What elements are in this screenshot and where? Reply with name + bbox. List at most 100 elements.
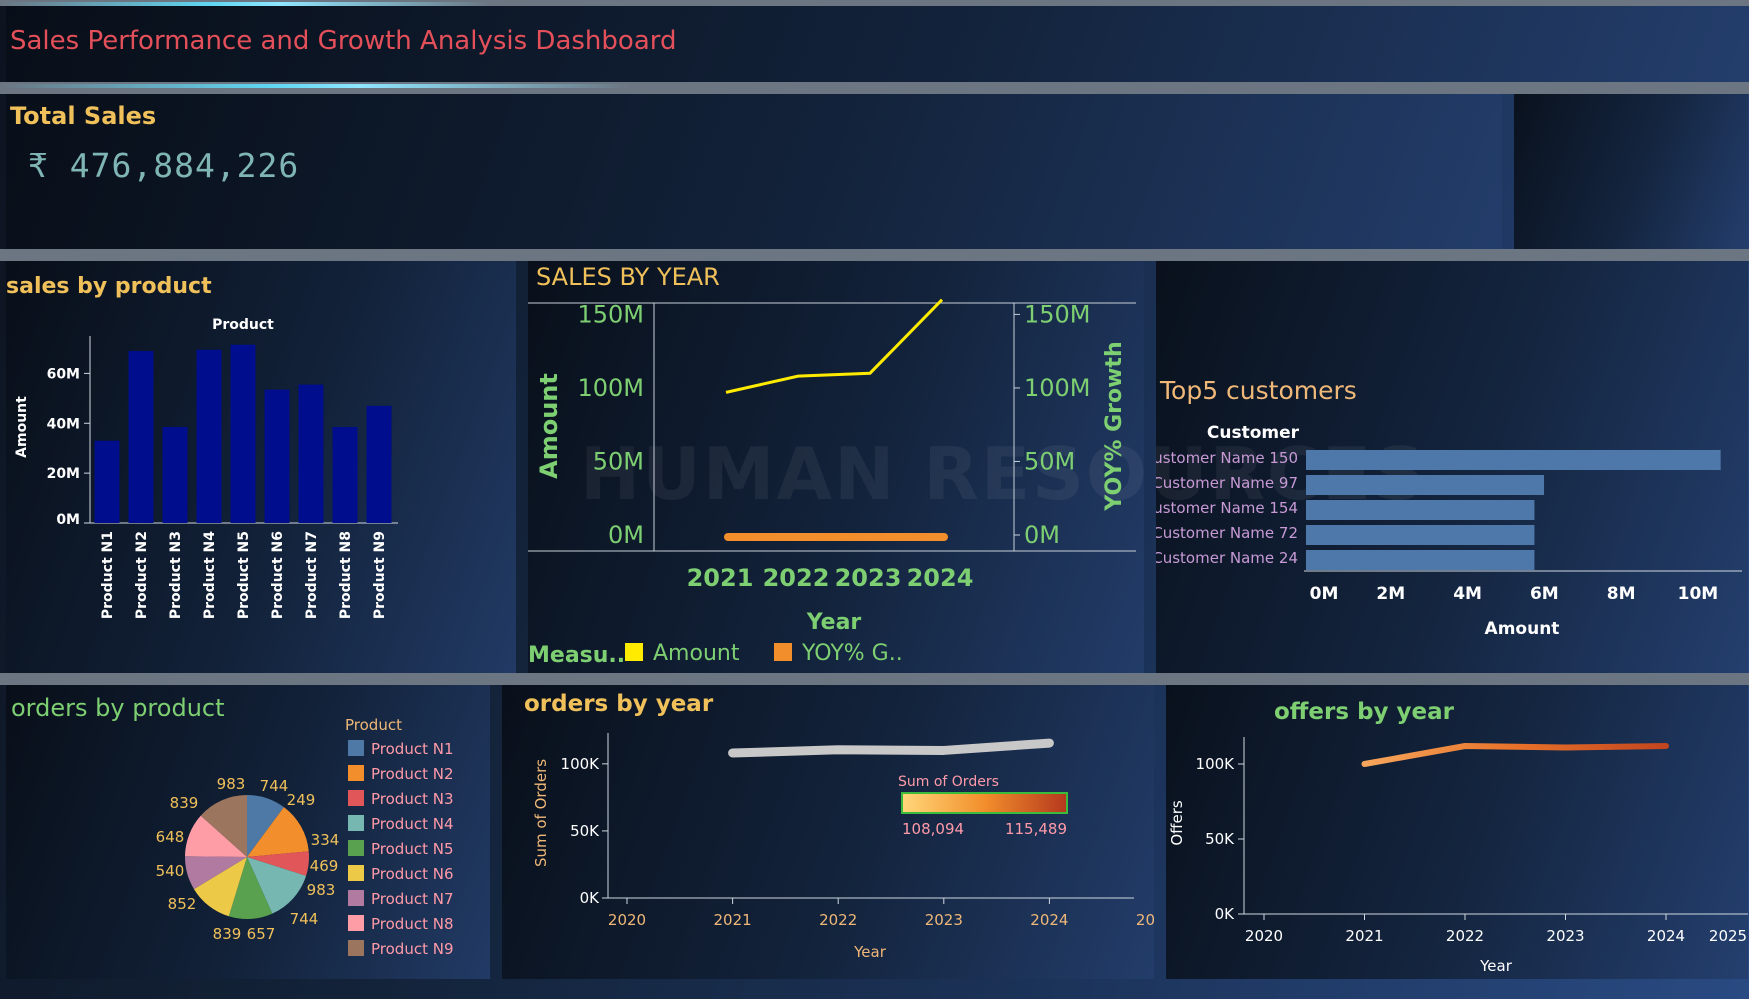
xtick-label: 2021 [1345, 927, 1383, 945]
bar-product-n2 [128, 350, 154, 523]
sales-by-year-title: SALES BY YEAR [536, 263, 720, 291]
ytick-label: 60M [47, 366, 80, 382]
sales-by-product-chart: sales by product Product Amount 0M 20M 40M… [6, 274, 398, 619]
orders-legend-title: Sum of Orders [898, 774, 999, 790]
legend-swatch [348, 840, 364, 856]
bar-product-n5 [230, 344, 256, 523]
ytick-label: 40M [47, 416, 80, 432]
legend-swatch [348, 865, 364, 881]
pie-value-label: 469 [310, 857, 339, 875]
pie-value-label: 852 [168, 895, 197, 913]
xtick-label: Product N5 [236, 531, 252, 619]
xtick-label: 2025 [1709, 927, 1747, 945]
ytick-label: 20M [47, 466, 80, 482]
xtick-label: Product N9 [372, 531, 388, 619]
ytick-label: 0K [1215, 905, 1236, 923]
pie-value-label: 540 [156, 862, 185, 880]
offers-by-year-chart: offers by year Offers 0K 50K 100K 2020 2021 2… [1168, 699, 1748, 975]
pie-value-label: 839 [170, 794, 199, 812]
legend-swatch [348, 765, 364, 781]
ytick-label: 50K [1205, 830, 1235, 848]
ytick-label: 100K [1196, 755, 1236, 773]
legend-label: Product N8 [371, 915, 454, 933]
legend-swatch-amount [625, 643, 643, 661]
sales-by-year-legend-title: Measu.. [528, 643, 625, 668]
xtick-label: 2025 [1136, 911, 1154, 929]
pie-value-label: 648 [156, 828, 185, 846]
sales-by-year-ylabel-right: YOY% Growth [1102, 341, 1127, 511]
sales-by-product-title: sales by product [6, 274, 212, 299]
legend-label: Product N9 [371, 940, 454, 958]
pie-legend-title: Product [345, 716, 402, 734]
bar-customer-1 [1306, 450, 1721, 470]
orders-line [728, 738, 1054, 758]
xtick-label: 0M [1310, 584, 1339, 604]
xtick-label: 6M [1530, 584, 1559, 604]
bar-product-n1 [94, 440, 120, 523]
ytick-label: 100K [561, 755, 601, 773]
pie-value-label: 983 [307, 881, 336, 899]
ytick-label: 0K [580, 889, 601, 907]
offers-by-year-title: offers by year [1274, 699, 1455, 725]
sales-by-product-header: Product [212, 317, 274, 333]
bar-product-n6 [264, 389, 290, 523]
orders-legend-max: 115,489 [1005, 820, 1067, 838]
xtick-label: Product N7 [304, 531, 320, 619]
bar-customer-5 [1306, 550, 1535, 570]
legend-swatch [348, 915, 364, 931]
legend-label: Product N5 [371, 840, 454, 858]
bar-customer-4 [1306, 525, 1535, 545]
xtick-label: 2024 [1647, 927, 1685, 945]
xtick-label: 4M [1453, 584, 1482, 604]
bar-product-n9 [366, 405, 392, 523]
legend-label: Product N2 [371, 765, 454, 783]
customer-label: Customer Name 154 [1156, 499, 1298, 517]
xtick-label: Product N1 [100, 531, 116, 619]
xtick-label: 2022 [763, 564, 830, 592]
right-tick-label: 50M [1024, 447, 1075, 475]
customer-label: Customer Name 24 [1156, 549, 1298, 567]
pie-value-label: 657 [247, 925, 276, 943]
top5-customers-header: Customer [1207, 423, 1300, 443]
frame-row2 [0, 249, 1749, 261]
offers-by-year-xlabel: Year [1479, 957, 1513, 975]
bar-product-n3 [162, 427, 188, 523]
xtick-label: 2020 [608, 911, 646, 929]
total-sales-label: Total Sales [10, 102, 157, 130]
orders-by-year-ylabel: Sum of Orders [532, 759, 550, 867]
legend-label-amount: Amount [653, 641, 740, 666]
xtick-label: 2022 [1446, 927, 1484, 945]
pie-value-label: 983 [217, 775, 246, 793]
orders-by-product-chart: orders by product 7442493344699837446578… [11, 694, 454, 958]
legend-swatch [348, 740, 364, 756]
bar-product-n8 [332, 427, 358, 523]
left-tick-label: 0M [608, 521, 644, 549]
offers-by-year-ylabel: Offers [1168, 800, 1186, 846]
top5-customers-chart: Top5 customers Customer Customer Name 15… [1156, 376, 1742, 639]
dashboard-title: Sales Performance and Growth Analysis Da… [10, 26, 677, 56]
sales-by-year-ylabel-left: Amount [535, 373, 563, 479]
total-sales-value: ₹ 476,884,226 [28, 146, 300, 185]
xtick-label: Product N6 [270, 531, 286, 619]
xtick-label: 2021 [687, 564, 754, 592]
offers-line [1361, 743, 1669, 767]
blank-kpi-panel [1514, 94, 1748, 249]
orders-by-year-xlabel: Year [853, 943, 887, 961]
xtick-label: 2024 [907, 564, 974, 592]
bar-customer-2 [1306, 475, 1545, 495]
legend-label: Product N6 [371, 865, 454, 883]
xtick-label: 2020 [1245, 927, 1283, 945]
frame-row3 [0, 673, 1749, 685]
sales-by-year-chart: SALES BY YEAR Amount YOY% Growth 0M 0M 50M… [528, 263, 1136, 668]
legend-label-yoy: YOY% G.. [801, 641, 903, 666]
sales-by-product-ylabel: Amount [14, 396, 30, 458]
bar-customer-3 [1306, 500, 1535, 520]
amount-line [725, 298, 944, 394]
orders-by-year-title: orders by year [524, 691, 714, 717]
glow-line-header [0, 84, 900, 88]
xtick-label: 2023 [835, 564, 902, 592]
orders-by-year-chart: orders by year Sum of Orders 0K 50K 100K 20… [524, 691, 1154, 961]
xtick-label: Product N2 [134, 531, 150, 619]
ytick-label: 50K [570, 822, 600, 840]
legend-swatch-yoy [774, 643, 792, 661]
